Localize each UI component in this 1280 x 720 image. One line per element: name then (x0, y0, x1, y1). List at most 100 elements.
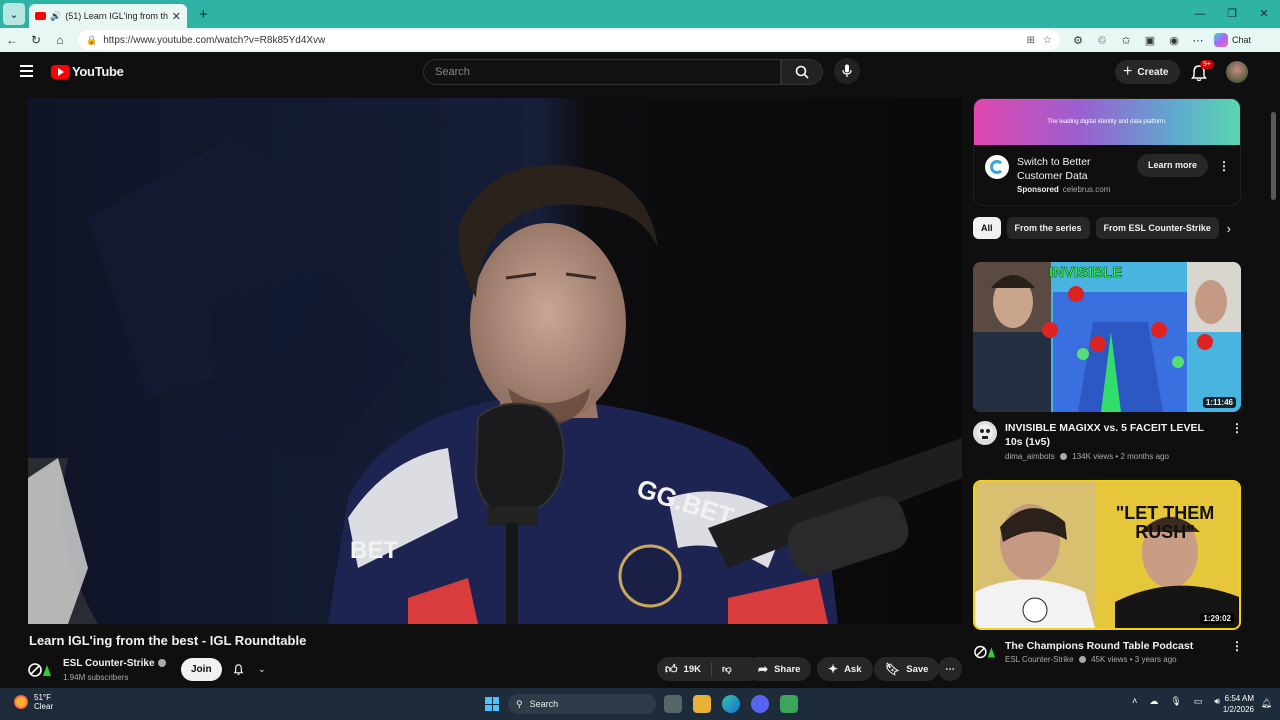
voice-search-button[interactable] (834, 58, 860, 84)
recommendation-title[interactable]: The Champions Round Table Podcast (1005, 639, 1223, 653)
recommendation-more-icon[interactable]: ⋮ (1231, 421, 1243, 435)
close-tab-icon[interactable]: ✕ (172, 10, 181, 23)
audio-playing-icon[interactable]: 🔊 (50, 11, 61, 22)
ad-banner[interactable]: The leading digital identity and data pl… (974, 99, 1240, 145)
scrollbar-thumb[interactable] (1271, 112, 1276, 200)
copilot-chat-button[interactable]: Chat (1214, 33, 1251, 47)
sparkle-icon: ✦ (828, 662, 839, 676)
restore-button[interactable]: ❐ (1216, 0, 1248, 28)
advertiser-logo-icon[interactable] (985, 155, 1009, 179)
app-icon[interactable] (780, 695, 798, 713)
toolbar-icons: ⚙ ♲ ✩ ▣ ◉ ⋯ (1066, 34, 1210, 47)
bookmark-icon: 🔖︎ (885, 662, 901, 676)
logo-text: YouTube (72, 64, 124, 79)
profile-icon[interactable]: ◉ (1162, 34, 1186, 47)
channel-avatar[interactable] (973, 640, 997, 664)
system-tray: ˄ ☁ 🎙︎ ▭ 🔊︎ (1120, 696, 1220, 707)
create-button[interactable]: + Create (1115, 60, 1181, 84)
ad-title[interactable]: Switch to Better Customer Data (1017, 155, 1117, 183)
sponsored-ad-card[interactable]: The leading digital identity and data pl… (973, 98, 1241, 206)
discord-icon[interactable] (751, 695, 769, 713)
channel-avatar[interactable] (28, 661, 54, 679)
account-avatar[interactable] (1226, 61, 1248, 83)
back-icon[interactable]: ← (0, 33, 24, 47)
create-label: Create (1137, 66, 1169, 78)
home-icon[interactable]: ⌂ (48, 33, 72, 47)
save-button[interactable]: 🔖︎ Save (874, 657, 940, 681)
edge-browser-icon[interactable] (722, 695, 740, 713)
file-explorer-icon[interactable] (693, 695, 711, 713)
youtube-header: YouTube Search + Create 9+ (0, 52, 1280, 92)
channel-name[interactable]: ESL Counter-Strike (63, 658, 166, 669)
chip-from-the-series[interactable]: From the series (1006, 217, 1090, 239)
task-view-icon[interactable] (664, 695, 682, 713)
page-scrollbar[interactable] (1270, 52, 1277, 686)
channel-avatar[interactable] (973, 421, 997, 445)
recommendation-title[interactable]: INVISIBLE MAGIXX vs. 5 FACEIT LEVEL 10s … (1005, 421, 1223, 449)
more-actions-button[interactable]: ⋯ (938, 657, 962, 681)
ask-button[interactable]: ✦ Ask (817, 657, 873, 681)
browser-toolbar: ← ↻ ⌂ 🔒 https://www.youtube.com/watch?v=… (0, 28, 1280, 52)
recommendation-thumbnail[interactable]: INVISIBLE 1:11:46 (973, 262, 1241, 412)
clock-date: 1/2/2026 (1222, 705, 1254, 714)
refresh-icon[interactable]: ↻ (24, 33, 48, 47)
browser-essentials-icon[interactable]: ♲ (1090, 34, 1114, 47)
chip-from-channel[interactable]: From ESL Counter-Strike (1095, 217, 1219, 239)
share-button[interactable]: ➦ Share (747, 657, 812, 681)
chevron-right-icon[interactable]: › (1227, 221, 1231, 236)
weather-widget[interactable]: 51°F Clear (14, 693, 53, 711)
site-info-icon[interactable]: 🔒 (86, 35, 97, 46)
windows-taskbar: 51°F Clear ⚲ Search ˄ ☁ 🎙︎ ▭ 🔊︎ 6:54 AM … (0, 688, 1280, 720)
video-duration: 1:11:46 (1202, 397, 1236, 408)
recommendation-thumbnail[interactable]: "LET THEM RUSH" 1:29:02 (973, 480, 1241, 630)
taskbar-search[interactable]: ⚲ Search (508, 694, 656, 714)
sponsored-label: Sponsored (1017, 185, 1059, 194)
weather-condition: Clear (34, 702, 54, 711)
show-hidden-icons-icon[interactable]: ˄ (1132, 696, 1137, 707)
network-icon[interactable]: ▭ (1194, 696, 1203, 707)
microphone-icon[interactable]: 🎙︎ (1170, 696, 1181, 707)
extensions-icon[interactable]: ⚙ (1066, 34, 1090, 47)
like-button[interactable]: 👍︎ 19K (665, 661, 712, 677)
join-button[interactable]: Join (181, 658, 222, 681)
taskbar-clock[interactable]: 6:54 AM 1/2/2026 (1223, 693, 1254, 715)
favorite-star-icon[interactable]: ☆ (1043, 35, 1052, 46)
share-icon: ➦ (758, 662, 769, 676)
app-available-icon[interactable]: ⊞ (1027, 35, 1035, 46)
favorites-icon[interactable]: ✩ (1114, 34, 1138, 47)
thumbnail-overlay-text: "LET THEM RUSH" (1115, 503, 1215, 542)
address-bar[interactable]: 🔒 https://www.youtube.com/watch?v=R8k85Y… (78, 30, 1060, 50)
search-button[interactable] (781, 59, 823, 85)
browser-tab-active[interactable]: 🔊 (51) Learn IGL'ing from the be ✕ (29, 4, 187, 28)
thumbnail-overlay-text: INVISIBLE (1049, 264, 1123, 282)
volume-icon[interactable]: 🔊︎ (1214, 696, 1220, 707)
pinned-apps (664, 695, 809, 713)
close-window-button[interactable]: ✕ (1248, 0, 1280, 28)
youtube-logo[interactable]: YouTube (51, 64, 124, 79)
recommendation-channel[interactable]: dima_aimbots (1005, 452, 1055, 461)
learn-more-button[interactable]: Learn more (1137, 154, 1209, 177)
new-tab-button[interactable]: + (199, 6, 208, 23)
url-text: https://www.youtube.com/watch?v=R8k85Yd4… (103, 34, 326, 46)
video-player[interactable]: GG.BET BET (28, 98, 962, 624)
search-icon: ⚲ (516, 698, 523, 709)
chip-all[interactable]: All (973, 217, 1001, 239)
recommendation-meta: ESL Counter-Strike 45K views • 3 years a… (1005, 655, 1177, 664)
ad-more-icon[interactable]: ⋮ (1218, 159, 1230, 173)
more-options-icon[interactable]: ⋯ (1186, 34, 1210, 47)
onedrive-icon[interactable]: ☁ (1149, 696, 1158, 707)
minimize-button[interactable]: — (1184, 0, 1216, 28)
menu-icon[interactable] (20, 65, 33, 77)
like-count: 19K (683, 663, 701, 675)
tab-actions-menu[interactable]: ⌄ (3, 3, 25, 25)
windows-start-icon[interactable] (485, 697, 499, 711)
recommendation-more-icon[interactable]: ⋮ (1231, 639, 1243, 653)
verified-icon (1078, 656, 1086, 664)
recommendation-channel[interactable]: ESL Counter-Strike (1005, 655, 1074, 664)
notification-center-icon[interactable]: 🔔︎ (1261, 698, 1272, 709)
dislike-button[interactable]: 👎︎ (712, 663, 732, 675)
search-input[interactable]: Search (423, 59, 781, 85)
subscription-notification-button[interactable]: ⌄ (226, 658, 272, 681)
collections-icon[interactable]: ▣ (1138, 34, 1162, 47)
like-dislike-group: 👍︎ 19K 👎︎ (657, 657, 761, 681)
